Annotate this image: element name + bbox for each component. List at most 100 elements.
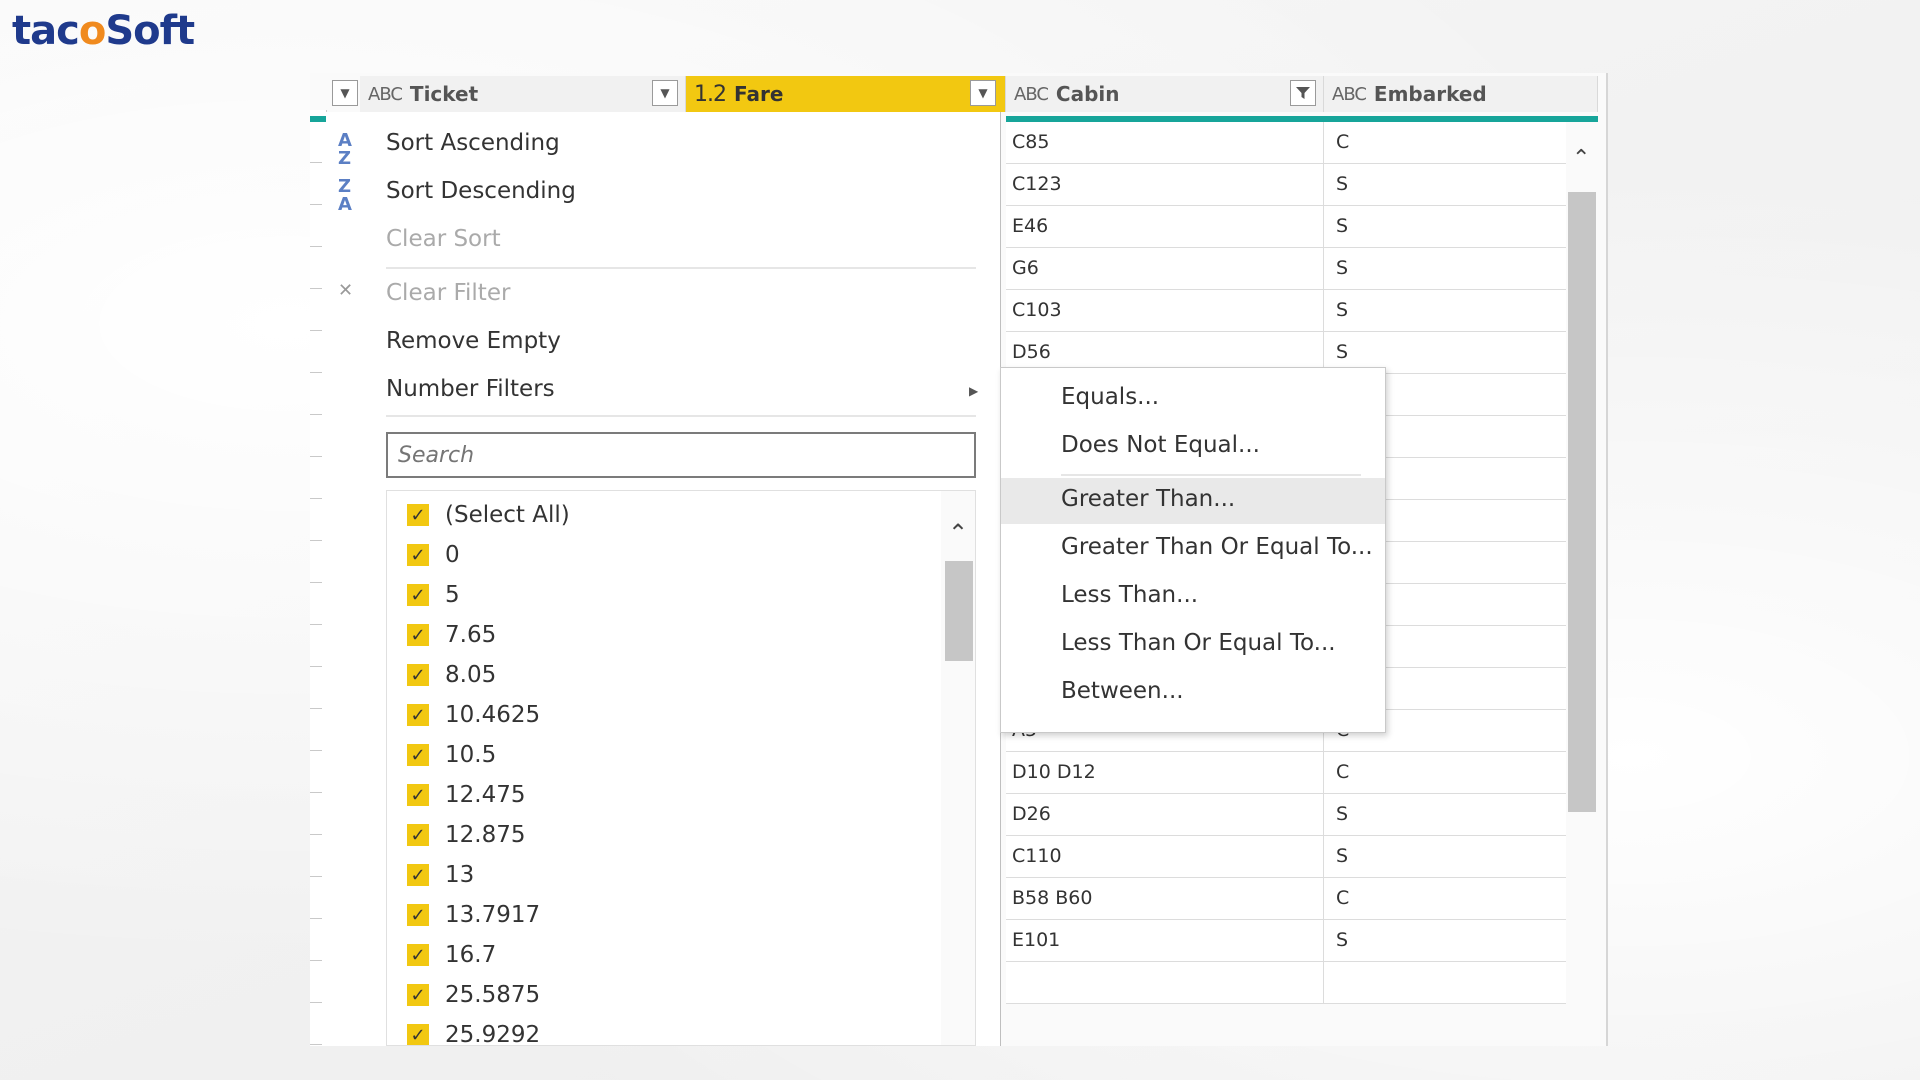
cabin-cell[interactable]: E101 (1012, 920, 1322, 961)
submenu-item[interactable]: Greater Than Or Equal To... (1001, 526, 1385, 572)
embarked-cell[interactable]: C (1336, 752, 1556, 793)
checkbox[interactable]: ✓ (407, 1024, 429, 1045)
checkbox[interactable]: ✓ (407, 904, 429, 926)
row-separator (310, 372, 322, 373)
scrollbar-thumb[interactable] (945, 561, 973, 661)
embarked-cell[interactable]: S (1336, 206, 1556, 247)
submenu-item-label: Between... (1061, 678, 1184, 704)
table-row[interactable]: D10 D12 C (1006, 752, 1566, 794)
clear-filter-item[interactable]: Clear Filter (386, 280, 510, 306)
checkbox[interactable]: ✓ (407, 864, 429, 886)
list-item[interactable]: ✓ 0 (407, 535, 460, 575)
table-row[interactable]: C123 S (1006, 164, 1566, 206)
table-row[interactable]: E46 S (1006, 206, 1566, 248)
chevron-up-icon[interactable]: ⌃ (948, 519, 968, 547)
column-dropdown-button[interactable]: ▼ (332, 80, 358, 106)
checkbox[interactable]: ✓ (407, 784, 429, 806)
list-item[interactable]: ✓ 13 (407, 855, 474, 895)
list-item[interactable]: ✓ 10.5 (407, 735, 496, 775)
table-row[interactable]: C103 S (1006, 290, 1566, 332)
column-header-label: Cabin (1055, 82, 1120, 106)
column-divider (1323, 248, 1324, 289)
checkbox[interactable]: ✓ (407, 504, 429, 526)
submenu-item-label: Greater Than Or Equal To... (1061, 534, 1373, 560)
tacasoft-logo: tacoSoft (12, 8, 195, 54)
cabin-cell[interactable]: E46 (1012, 206, 1322, 247)
sort-descending-item[interactable]: Sort Descending (386, 178, 576, 204)
select-all-item[interactable]: ✓ (Select All) (407, 495, 570, 535)
list-item[interactable]: ✓ 25.9292 (407, 1015, 541, 1046)
checkbox[interactable]: ✓ (407, 824, 429, 846)
embarked-cell[interactable] (1336, 962, 1556, 1003)
cabin-cell[interactable]: B58 B60 (1012, 878, 1322, 919)
cabin-cell[interactable]: C110 (1012, 836, 1322, 877)
list-item[interactable]: ✓ 16.7 (407, 935, 496, 975)
submenu-item[interactable]: Less Than... (1001, 574, 1385, 620)
checkbox[interactable]: ✓ (407, 624, 429, 646)
remove-empty-item[interactable]: Remove Empty (386, 328, 561, 354)
checkbox[interactable]: ✓ (407, 544, 429, 566)
table-row[interactable]: E101 S (1006, 920, 1566, 962)
table-row[interactable] (1006, 962, 1566, 1004)
table-row[interactable]: C85 C (1006, 122, 1566, 164)
list-item[interactable]: ✓ 5 (407, 575, 460, 615)
embarked-cell[interactable]: S (1336, 248, 1556, 289)
checkbox[interactable]: ✓ (407, 584, 429, 606)
embarked-cell[interactable]: S (1336, 794, 1556, 835)
list-item[interactable]: ✓ 7.65 (407, 615, 496, 655)
table-row[interactable]: D26 S (1006, 794, 1566, 836)
number-filters-item[interactable]: Number Filters (386, 376, 555, 402)
list-item[interactable]: ✓ 12.875 (407, 815, 525, 855)
submenu-item[interactable]: Greater Than... (1001, 478, 1385, 524)
embarked-cell[interactable]: S (1336, 164, 1556, 205)
column-header-ticket[interactable]: ABC Ticket (360, 76, 686, 112)
sort-ascending-item[interactable]: Sort Ascending (386, 130, 560, 156)
column-header-fare[interactable]: 1.2 Fare (686, 76, 1006, 112)
submenu-item[interactable]: Equals... (1001, 376, 1385, 422)
grid-scrollbar[interactable]: ⌃ (1566, 122, 1598, 1046)
embarked-cell[interactable]: C (1336, 878, 1556, 919)
submenu-item[interactable]: Does Not Equal... (1001, 424, 1385, 470)
embarked-cell[interactable]: C (1336, 122, 1556, 163)
cabin-filter-button[interactable] (1290, 80, 1316, 106)
cabin-cell[interactable]: C123 (1012, 164, 1322, 205)
column-divider (1323, 290, 1324, 331)
embarked-cell[interactable]: S (1336, 290, 1556, 331)
submenu-item[interactable]: Less Than Or Equal To... (1001, 622, 1385, 668)
embarked-cell[interactable]: S (1336, 920, 1556, 961)
table-row[interactable]: C110 S (1006, 836, 1566, 878)
cabin-cell[interactable]: G6 (1012, 248, 1322, 289)
list-item[interactable]: ✓ 8.05 (407, 655, 496, 695)
checkbox[interactable]: ✓ (407, 984, 429, 1006)
column-header-cabin[interactable]: ABC Cabin (1006, 76, 1324, 112)
checkbox[interactable]: ✓ (407, 664, 429, 686)
checkbox[interactable]: ✓ (407, 704, 429, 726)
list-item-label: 7.65 (445, 622, 497, 648)
fare-dropdown-button[interactable]: ▼ (970, 80, 996, 106)
chevron-up-icon[interactable]: ⌃ (1572, 146, 1590, 171)
ticket-dropdown-button[interactable]: ▼ (652, 80, 678, 106)
list-item[interactable]: ✓ 12.475 (407, 775, 525, 815)
cabin-cell[interactable]: C85 (1012, 122, 1322, 163)
column-header-embarked[interactable]: ABC Embarked (1324, 76, 1598, 112)
list-item-label: 25.9292 (445, 1022, 541, 1046)
cabin-cell[interactable]: C103 (1012, 290, 1322, 331)
embarked-cell[interactable]: S (1336, 836, 1556, 877)
clear-sort-item[interactable]: Clear Sort (386, 226, 501, 252)
cabin-cell[interactable]: D10 D12 (1012, 752, 1322, 793)
table-row[interactable]: G6 S (1006, 248, 1566, 290)
list-scrollbar[interactable]: ⌃ (941, 491, 975, 1045)
table-row[interactable]: B58 B60 C (1006, 878, 1566, 920)
row-separator (310, 1002, 322, 1003)
cabin-cell[interactable]: D26 (1012, 794, 1322, 835)
list-item[interactable]: ✓ 10.4625 (407, 695, 540, 735)
cabin-cell[interactable] (1012, 962, 1322, 1003)
submenu-item[interactable]: Between... (1001, 670, 1385, 716)
checkbox[interactable]: ✓ (407, 944, 429, 966)
checkbox[interactable]: ✓ (407, 744, 429, 766)
list-item[interactable]: ✓ 25.5875 (407, 975, 540, 1015)
row-separator (310, 204, 322, 205)
search-input[interactable] (386, 432, 976, 478)
list-item[interactable]: ✓ 13.7917 (407, 895, 540, 935)
scrollbar-thumb[interactable] (1568, 192, 1596, 812)
